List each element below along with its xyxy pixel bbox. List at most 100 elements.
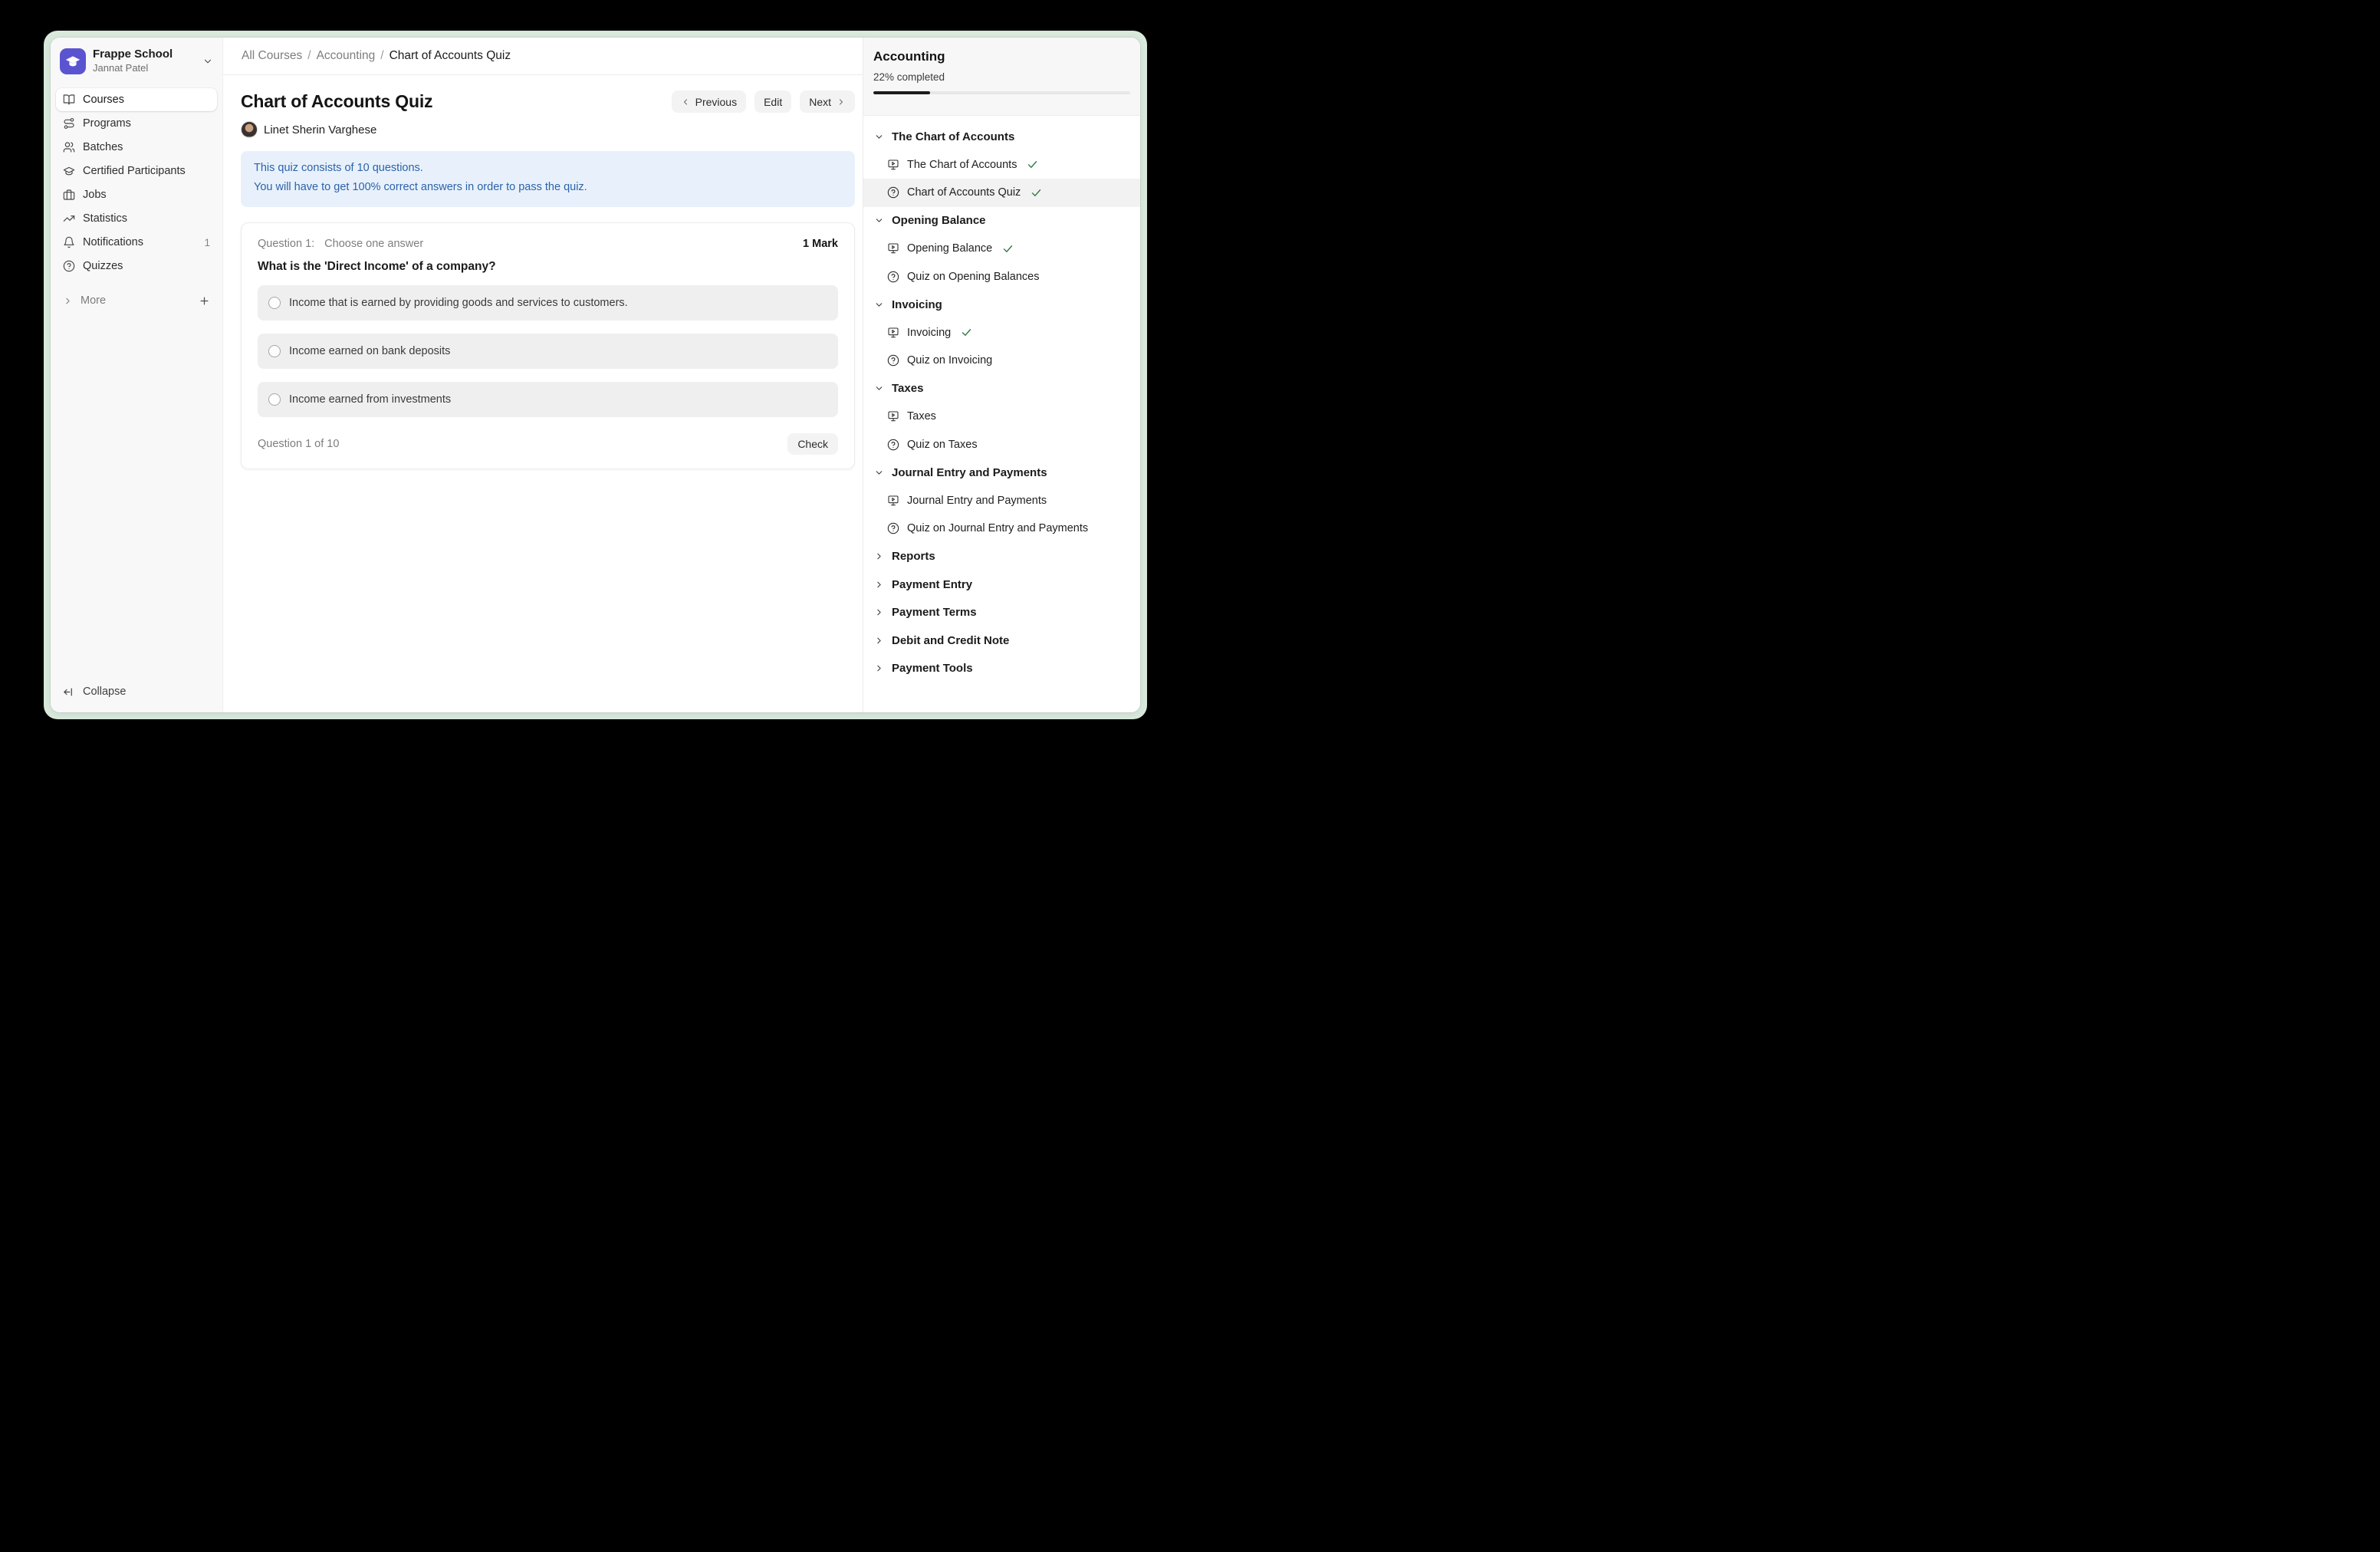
question-instruction: Choose one answer bbox=[324, 238, 423, 250]
sidebar-item-quizzes[interactable]: Quizzes bbox=[56, 255, 217, 278]
sidebar-item-label: Statistics bbox=[83, 212, 127, 225]
breadcrumb-chart-of-accounts-quiz: Chart of Accounts Quiz bbox=[390, 49, 511, 62]
outline-section-title: The Chart of Accounts bbox=[892, 130, 1014, 143]
plus-icon[interactable] bbox=[199, 295, 210, 307]
sidebar-item-statistics[interactable]: Statistics bbox=[56, 207, 217, 230]
radio-button[interactable] bbox=[268, 345, 281, 357]
sidebar-item-jobs[interactable]: Jobs bbox=[56, 183, 217, 206]
course-outline-tree: The Chart of Accounts The Chart of Accoun… bbox=[863, 116, 1140, 712]
sidebar-item-certified-participants[interactable]: Certified Participants bbox=[56, 159, 217, 182]
sidebar-item-batches[interactable]: Batches bbox=[56, 136, 217, 159]
outline-item-the-chart-of-accounts[interactable]: The Chart of Accounts bbox=[863, 151, 1140, 179]
previous-button[interactable]: Previous bbox=[672, 90, 746, 113]
sidebar-nav: CoursesProgramsBatchesCertified Particip… bbox=[56, 87, 217, 278]
outline-section-title: Payment Tools bbox=[892, 662, 973, 675]
graduation-cap-icon bbox=[63, 165, 75, 177]
breadcrumb: All Courses/Accounting/Chart of Accounts… bbox=[242, 49, 511, 63]
more-label: More bbox=[81, 294, 106, 307]
radio-button[interactable] bbox=[268, 393, 281, 406]
monitor-play-icon bbox=[887, 495, 899, 507]
chevron-left-icon bbox=[681, 97, 690, 107]
outline-item-quiz-on-journal-entry-and-payments[interactable]: Quiz on Journal Entry and Payments bbox=[863, 515, 1140, 543]
question-number-label: Question 1: bbox=[258, 238, 314, 250]
radio-button[interactable] bbox=[268, 297, 281, 309]
book-open-icon bbox=[63, 94, 75, 106]
outline-item-journal-entry-and-payments[interactable]: Journal Entry and Payments bbox=[863, 487, 1140, 515]
breadcrumb-all-courses[interactable]: All Courses bbox=[242, 49, 302, 62]
chevron-down-icon bbox=[874, 132, 884, 142]
main-content: Chart of Accounts Quiz Previous Edit bbox=[223, 75, 863, 712]
course-progress-bar bbox=[873, 91, 1130, 94]
chevron-right-icon bbox=[874, 636, 884, 646]
outline-item-quiz-on-taxes[interactable]: Quiz on Taxes bbox=[863, 431, 1140, 459]
outline-item-quiz-on-invoicing[interactable]: Quiz on Invoicing bbox=[863, 347, 1140, 375]
edit-button[interactable]: Edit bbox=[754, 90, 791, 113]
left-sidebar: Frappe School Jannat Patel CoursesProgra… bbox=[51, 38, 223, 712]
question-progress: Question 1 of 10 bbox=[258, 438, 339, 450]
monitor-play-icon bbox=[887, 159, 899, 171]
chevron-down-icon[interactable] bbox=[202, 56, 213, 67]
outline-section-title: Journal Entry and Payments bbox=[892, 466, 1047, 479]
outline-section-payment-tools[interactable]: Payment Tools bbox=[863, 655, 1140, 683]
sidebar-item-courses[interactable]: Courses bbox=[56, 88, 217, 111]
check-button[interactable]: Check bbox=[787, 433, 838, 455]
completed-check-icon bbox=[961, 327, 972, 338]
outline-section-payment-terms[interactable]: Payment Terms bbox=[863, 599, 1140, 627]
answer-option-label: Income that is earned by providing goods… bbox=[289, 297, 628, 309]
instruction-line: This quiz consists of 10 questions. bbox=[254, 159, 842, 178]
instruction-line: You will have to get 100% correct answer… bbox=[254, 178, 842, 197]
outline-item-title: Quiz on Taxes bbox=[907, 439, 978, 451]
outline-section-journal-entry-and-payments[interactable]: Journal Entry and Payments bbox=[863, 459, 1140, 487]
chevron-right-icon bbox=[874, 663, 884, 673]
outline-section-opening-balance[interactable]: Opening Balance bbox=[863, 207, 1140, 235]
outline-section-title: Reports bbox=[892, 550, 935, 563]
sidebar-item-notifications[interactable]: Notifications1 bbox=[56, 231, 217, 254]
outline-section-taxes[interactable]: Taxes bbox=[863, 375, 1140, 403]
monitor-play-icon bbox=[887, 327, 899, 339]
help-circle-icon bbox=[887, 439, 899, 451]
quiz-card: Question 1: Choose one answer 1 Mark Wha… bbox=[241, 222, 855, 469]
next-button[interactable]: Next bbox=[800, 90, 855, 113]
quiz-instructions-banner: This quiz consists of 10 questions.You w… bbox=[241, 151, 855, 207]
collapse-sidebar-button[interactable]: Collapse bbox=[56, 680, 217, 703]
answer-option-3[interactable]: Income earned from investments bbox=[258, 382, 838, 417]
outline-section-the-chart-of-accounts[interactable]: The Chart of Accounts bbox=[863, 123, 1140, 151]
answer-option-2[interactable]: Income earned on bank deposits bbox=[258, 334, 838, 369]
workspace-switcher[interactable]: Frappe School Jannat Patel bbox=[56, 48, 217, 74]
outline-section-reports[interactable]: Reports bbox=[863, 543, 1140, 571]
outline-item-title: Taxes bbox=[907, 410, 936, 423]
page-title: Chart of Accounts Quiz bbox=[241, 91, 432, 112]
answer-option-1[interactable]: Income that is earned by providing goods… bbox=[258, 285, 838, 321]
chevron-down-icon bbox=[874, 300, 884, 310]
outline-section-invoicing[interactable]: Invoicing bbox=[863, 291, 1140, 319]
course-outline-panel: Accounting 22% completed The Chart of Ac… bbox=[863, 38, 1140, 712]
author-avatar bbox=[241, 121, 258, 138]
outline-item-title: Quiz on Invoicing bbox=[907, 354, 992, 367]
outline-item-chart-of-accounts-quiz[interactable]: Chart of Accounts Quiz bbox=[863, 179, 1140, 207]
answer-options: Income that is earned by providing goods… bbox=[258, 285, 838, 417]
chevron-right-icon bbox=[874, 580, 884, 590]
outline-section-debit-and-credit-note[interactable]: Debit and Credit Note bbox=[863, 626, 1140, 655]
top-bar: All Courses/Accounting/Chart of Accounts… bbox=[223, 38, 863, 75]
author-name: Linet Sherin Varghese bbox=[264, 123, 376, 136]
outline-item-opening-balance[interactable]: Opening Balance bbox=[863, 235, 1140, 263]
main-panel: All Courses/Accounting/Chart of Accounts… bbox=[223, 38, 863, 712]
outline-item-quiz-on-opening-balances[interactable]: Quiz on Opening Balances bbox=[863, 263, 1140, 291]
collapse-label: Collapse bbox=[83, 686, 126, 698]
route-icon bbox=[63, 117, 75, 130]
sidebar-item-programs[interactable]: Programs bbox=[56, 112, 217, 135]
outline-section-payment-entry[interactable]: Payment Entry bbox=[863, 570, 1140, 599]
monitor-play-icon bbox=[887, 242, 899, 255]
users-icon bbox=[63, 141, 75, 153]
outline-item-invoicing[interactable]: Invoicing bbox=[863, 319, 1140, 347]
outline-section-title: Taxes bbox=[892, 382, 923, 395]
outline-section-title: Payment Entry bbox=[892, 578, 972, 591]
sidebar-item-more[interactable]: More bbox=[56, 289, 217, 312]
breadcrumb-accounting[interactable]: Accounting bbox=[317, 49, 376, 62]
outline-item-taxes[interactable]: Taxes bbox=[863, 403, 1140, 431]
chevron-right-icon bbox=[874, 551, 884, 561]
outline-item-title: Journal Entry and Payments bbox=[907, 495, 1047, 507]
sidebar-item-label: Notifications bbox=[83, 236, 143, 248]
course-completion-label: 22% completed bbox=[873, 71, 1130, 83]
answer-option-label: Income earned from investments bbox=[289, 393, 451, 406]
